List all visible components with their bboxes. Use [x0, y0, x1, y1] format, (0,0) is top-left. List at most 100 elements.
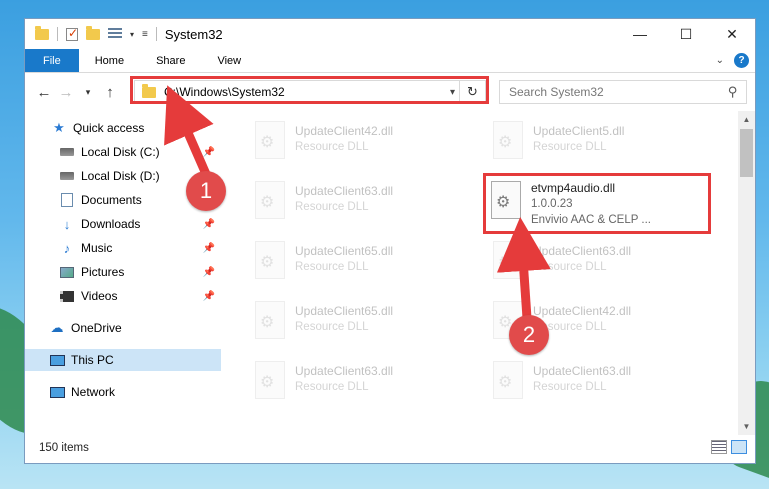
sidebar-item-label: OneDrive [71, 321, 122, 335]
computer-icon [49, 354, 65, 366]
window-title: System32 [164, 26, 223, 42]
window-controls: — ☐ ✕ [617, 19, 755, 49]
pin-icon[interactable]: 📌 [203, 267, 215, 278]
file-description: Resource DLL [295, 261, 369, 273]
details-view-icon[interactable] [711, 440, 727, 454]
sidebar-item-music[interactable]: ♪ Music 📌 [25, 237, 221, 259]
quick-access-toolbar: ▾ ≡ [25, 25, 157, 41]
list-item[interactable]: UpdateClient5.dll Resource DLL [483, 115, 713, 167]
videos-icon [60, 290, 74, 302]
list-item[interactable]: UpdateClient42.dll Resource DLL [245, 115, 475, 167]
recent-locations-chevron-icon[interactable]: ▾ [77, 87, 99, 98]
sidebar-item-pictures[interactable]: Pictures 📌 [25, 261, 221, 283]
file-description: Resource DLL [295, 141, 369, 153]
sidebar-item-label: This PC [71, 353, 114, 367]
dll-file-icon [255, 181, 285, 219]
dll-file-icon [255, 361, 285, 399]
file-name: UpdateClient63.dll [533, 364, 632, 378]
up-arrow-icon[interactable]: ↑ [99, 84, 121, 101]
search-icon: ⚲ [728, 84, 738, 99]
sidebar-item-network[interactable]: Network [25, 381, 221, 403]
scroll-up-icon[interactable]: ▲ [738, 111, 755, 128]
sidebar-item-this-pc[interactable]: This PC [25, 349, 221, 371]
folder-icon [35, 25, 49, 40]
sidebar-item-label: Downloads [81, 217, 141, 231]
sidebar-item-label: Pictures [81, 265, 125, 279]
dll-file-icon [493, 121, 523, 159]
sidebar-item-quick-access[interactable]: ★ Quick access [25, 117, 221, 139]
sidebar-item-label: Videos [81, 289, 118, 303]
dll-file-icon [493, 241, 523, 279]
scrollbar-thumb[interactable] [740, 129, 753, 177]
sidebar-item-local-disk-c[interactable]: Local Disk (C:) 📌 [25, 141, 221, 163]
dll-file-icon [255, 301, 285, 339]
file-name: UpdateClient42.dll [533, 304, 632, 318]
list-item[interactable]: UpdateClient65.dll Resource DLL [245, 235, 475, 287]
sidebar-item-onedrive[interactable]: ☁ OneDrive [25, 317, 221, 339]
sidebar-item-label: Network [71, 385, 116, 399]
pictures-icon [60, 266, 74, 278]
list-item[interactable]: UpdateClient65.dll Resource DLL [245, 295, 475, 347]
file-name: UpdateClient63.dll [533, 244, 632, 258]
back-arrow-icon[interactable]: ← [33, 84, 55, 101]
minimize-button[interactable]: — [617, 19, 663, 49]
tab-home[interactable]: Home [79, 49, 140, 72]
file-name: UpdateClient63.dll [295, 364, 394, 378]
file-description: Resource DLL [295, 321, 369, 333]
list-item[interactable]: UpdateClient63.dll Resource DLL [483, 235, 713, 287]
sidebar-item-downloads[interactable]: ↓ Downloads 📌 [25, 213, 221, 235]
file-name: UpdateClient42.dll [295, 124, 394, 138]
sidebar-item-label: Documents [81, 193, 142, 207]
file-list: UpdateClient42.dll Resource DLL UpdateCli… [225, 111, 737, 435]
navigation-pane: ★ Quick access Local Disk (C:) 📌 Local D… [25, 111, 221, 435]
close-button[interactable]: ✕ [709, 19, 755, 49]
sidebar-item-label: Local Disk (C:) [81, 145, 160, 159]
ribbon-tabs: File Home Share View ⌄ ? [25, 49, 755, 73]
file-name: UpdateClient65.dll [295, 304, 394, 318]
forward-arrow-icon[interactable]: → [55, 84, 77, 101]
tab-file[interactable]: File [25, 49, 79, 72]
sidebar-item-label: Local Disk (D:) [81, 169, 160, 183]
customize-qat-icon[interactable] [108, 28, 122, 40]
music-note-icon: ♪ [63, 240, 71, 256]
address-bar-highlight [130, 76, 489, 104]
pin-icon[interactable]: 📌 [203, 147, 215, 158]
tab-view[interactable]: View [201, 49, 257, 72]
list-item[interactable]: UpdateClient63.dll Resource DLL [483, 355, 713, 407]
properties-check-icon[interactable] [66, 26, 78, 41]
list-item[interactable]: UpdateClient63.dll Resource DLL [245, 355, 475, 407]
drive-icon [60, 172, 74, 180]
new-folder-icon[interactable] [86, 25, 100, 40]
pin-icon[interactable]: 📌 [203, 219, 215, 230]
title-bar: ▾ ≡ System32 — ☐ ✕ [25, 19, 755, 49]
vertical-scrollbar[interactable]: ▲ ▼ [738, 111, 755, 435]
tab-share[interactable]: Share [140, 49, 201, 72]
dll-file-icon [255, 241, 285, 279]
list-item[interactable]: UpdateClient63.dll Resource DLL [245, 175, 475, 227]
pin-icon[interactable]: 📌 [203, 291, 215, 302]
file-name: UpdateClient63.dll [295, 184, 394, 198]
file-description: Resource DLL [533, 381, 607, 393]
download-arrow-icon: ↓ [63, 216, 71, 232]
chevron-down-icon[interactable]: ▾ [130, 30, 134, 39]
search-placeholder: Search System32 [509, 85, 604, 99]
tiles-view-icon[interactable] [731, 440, 747, 454]
item-count: 150 items [39, 442, 89, 454]
search-input[interactable]: Search System32 ⚲ [499, 80, 747, 104]
file-description: Resource DLL [295, 381, 369, 393]
cloud-icon: ☁ [50, 320, 64, 335]
file-description: Resource DLL [295, 201, 369, 213]
dll-file-icon [255, 121, 285, 159]
file-description: Resource DLL [533, 141, 607, 153]
sidebar-item-videos[interactable]: Videos 📌 [25, 285, 221, 307]
status-bar: 150 items [25, 433, 755, 463]
help-icon[interactable]: ? [734, 53, 749, 68]
maximize-button[interactable]: ☐ [663, 19, 709, 49]
expand-ribbon-icon[interactable]: ⌄ [716, 55, 724, 66]
file-highlight [483, 173, 711, 234]
pin-icon[interactable]: 📌 [203, 243, 215, 254]
qat-dropdown-icon[interactable]: ≡ [142, 29, 148, 40]
dll-file-icon [493, 361, 523, 399]
step-2-badge: 2 [509, 315, 549, 355]
file-name: UpdateClient5.dll [533, 124, 625, 138]
